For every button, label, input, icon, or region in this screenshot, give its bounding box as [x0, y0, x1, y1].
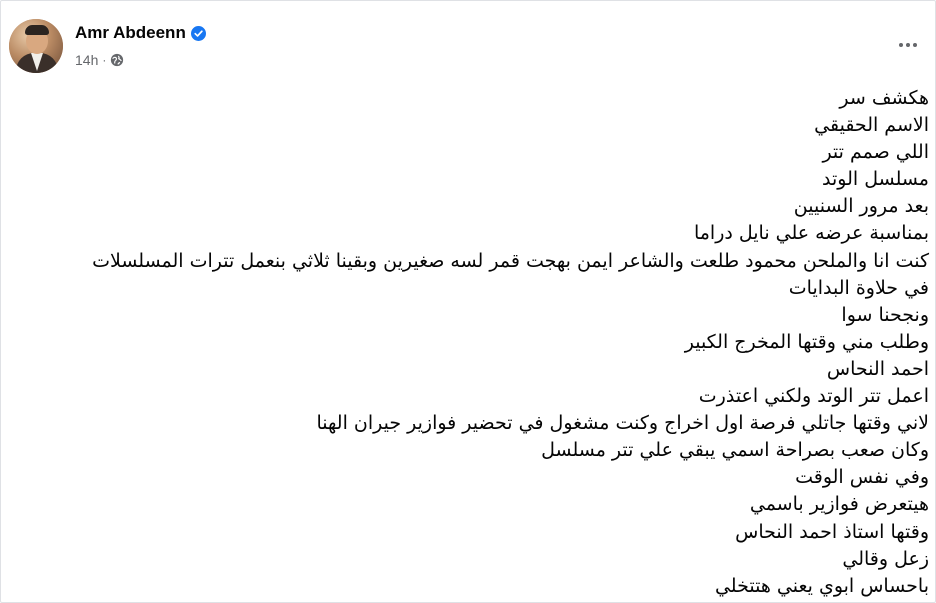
author-avatar[interactable]: [9, 19, 63, 73]
post-header: Amr Abdeenn 14h ·: [9, 19, 929, 79]
post-text-line: هيتعرض فوازير باسمي: [749, 493, 929, 516]
post-text-line: اعمل تتر الوتد ولكني اعتذرت: [698, 385, 929, 408]
globe-icon[interactable]: [110, 53, 124, 67]
post-card: Amr Abdeenn 14h · هكشف سر الاسم الحقيقي …: [0, 0, 936, 603]
post-text-line: ونجحنا سوا: [841, 303, 929, 326]
meta-separator: ·: [102, 53, 107, 67]
post-text-line: وطلب مني وقتها المخرج الكبير: [684, 330, 929, 353]
post-text-line: الاسم الحقيقي: [814, 114, 929, 137]
post-text-line: مسلسل الوتد: [822, 168, 929, 191]
post-text-line: وكان صعب بصراحة اسمي يبقي علي تتر مسلسل: [541, 439, 929, 462]
post-text-line: بمناسبة عرضه علي نايل دراما: [693, 222, 929, 245]
post-text-line: وقتها استاذ احمد النحاس: [735, 520, 929, 543]
author-name-row: Amr Abdeenn: [75, 23, 206, 43]
post-timestamp[interactable]: 14h: [75, 52, 98, 68]
post-text-line: كنت انا والملحن محمود طلعت والشاعر ايمن …: [92, 249, 929, 272]
post-text-line: هكشف سر: [839, 87, 929, 109]
post-text-line: زعل وقالي: [842, 547, 929, 570]
more-options-icon[interactable]: [895, 35, 921, 55]
post-text-line: باحساس ابوي يعني هتتخلي: [714, 574, 929, 597]
verified-badge-icon: [190, 25, 206, 41]
post-text-line: اللي صمم تتر: [822, 141, 929, 164]
post-meta: 14h ·: [75, 52, 124, 68]
post-text-line: في حلاوة البدايات: [788, 276, 929, 299]
post-body-text: هكشف سر الاسم الحقيقي اللي صمم تتر مسلسل…: [41, 85, 929, 600]
post-text-line: وفي نفس الوقت: [795, 466, 929, 489]
author-name[interactable]: Amr Abdeenn: [75, 23, 186, 43]
post-text-line: لاني وقتها جاتلي فرصة اول اخراج وكنت مشغ…: [316, 412, 929, 435]
post-text-line: بعد مرور السنيين: [793, 195, 929, 218]
post-text-line: احمد النحاس: [826, 357, 929, 380]
